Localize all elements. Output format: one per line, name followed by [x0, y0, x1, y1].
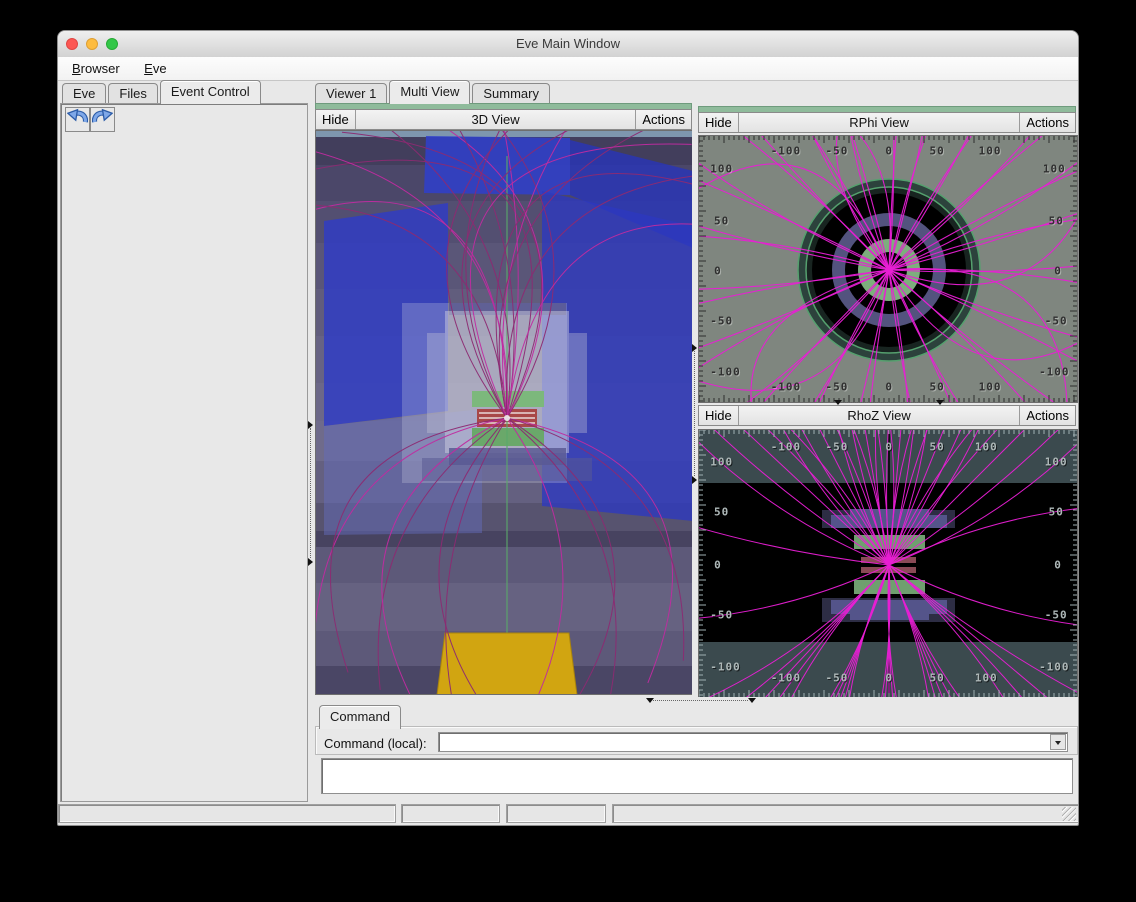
undo-arrow-icon — [67, 108, 88, 129]
status-segment-4 — [612, 804, 1079, 823]
command-input[interactable] — [440, 734, 1050, 752]
splitter-arrow-icon[interactable] — [308, 421, 313, 429]
command-prompt-label: Command (local): — [324, 736, 427, 751]
tab-multi-view[interactable]: Multi View — [389, 80, 470, 104]
command-output-area[interactable] — [321, 758, 1073, 794]
actions-button-rhoz[interactable]: Actions — [1019, 406, 1075, 425]
pane-title-3d: 3D View — [356, 110, 636, 129]
resize-grip[interactable] — [1062, 807, 1076, 821]
tab-viewer-1[interactable]: Viewer 1 — [315, 83, 387, 104]
rphi-viewport[interactable]: -100-50050100-100-50050100100500-50-1001… — [698, 135, 1078, 403]
rhoz-viewport[interactable]: -100-50050100-100-50050100100500-50-1001… — [698, 429, 1078, 698]
pane-title-rhoz: RhoZ View — [739, 406, 1020, 425]
titlebar[interactable]: Eve Main Window — [58, 31, 1078, 58]
tab-command[interactable]: Command — [319, 705, 401, 729]
combo-dropdown-button[interactable] — [1050, 734, 1066, 750]
tab-files[interactable]: Files — [108, 83, 157, 104]
splitter-arrow-icon[interactable] — [692, 476, 697, 484]
menubar: Browser Eve — [58, 57, 1078, 81]
splitter-arrow-icon[interactable] — [308, 558, 313, 566]
tab-eve[interactable]: Eve — [62, 83, 106, 104]
splitter-arrow-icon[interactable] — [936, 400, 944, 405]
splitter-arrow-icon[interactable] — [834, 400, 842, 405]
window-title: Eve Main Window — [58, 36, 1078, 51]
splitter-left[interactable] — [308, 103, 314, 802]
splitter-bottom[interactable] — [315, 697, 1079, 705]
splitter-arrow-icon[interactable] — [646, 698, 654, 703]
event-control-panel — [60, 103, 308, 802]
pane-header-3d: Hide 3D View Actions — [315, 109, 692, 130]
status-segment-2 — [401, 804, 500, 823]
viewer-tab-bar: Viewer 1 Multi View Summary — [315, 81, 552, 104]
redo-arrow-icon — [92, 108, 113, 129]
3d-viewport[interactable] — [315, 130, 694, 695]
redo-button[interactable] — [90, 107, 115, 132]
hide-button-rhoz[interactable]: Hide — [699, 406, 739, 425]
splitter-arrow-icon[interactable] — [692, 344, 697, 352]
splitter-rphi-rhoz[interactable] — [698, 400, 1076, 406]
tab-event-control[interactable]: Event Control — [160, 80, 261, 104]
command-combobox[interactable] — [438, 732, 1068, 752]
status-segment-3 — [506, 804, 606, 823]
actions-button-3d[interactable]: Actions — [635, 110, 691, 129]
undo-button[interactable] — [65, 107, 90, 132]
status-segment-1 — [58, 804, 396, 823]
pane-header-rphi: Hide RPhi View Actions — [698, 112, 1076, 133]
tab-summary[interactable]: Summary — [472, 83, 550, 104]
pane-header-rhoz: Hide RhoZ View Actions — [698, 405, 1076, 426]
menu-browser[interactable]: Browser — [66, 60, 126, 77]
left-tab-bar: Eve Files Event Control — [62, 81, 263, 104]
menu-eve[interactable]: Eve — [138, 60, 172, 77]
eve-main-window: Eve Main Window Browser Eve Eve Files Ev… — [57, 30, 1079, 826]
actions-button-rphi[interactable]: Actions — [1019, 113, 1075, 132]
splitter-arrow-icon[interactable] — [748, 698, 756, 703]
hide-button-3d[interactable]: Hide — [316, 110, 356, 129]
hide-button-rphi[interactable]: Hide — [699, 113, 739, 132]
pane-title-rphi: RPhi View — [739, 113, 1020, 132]
